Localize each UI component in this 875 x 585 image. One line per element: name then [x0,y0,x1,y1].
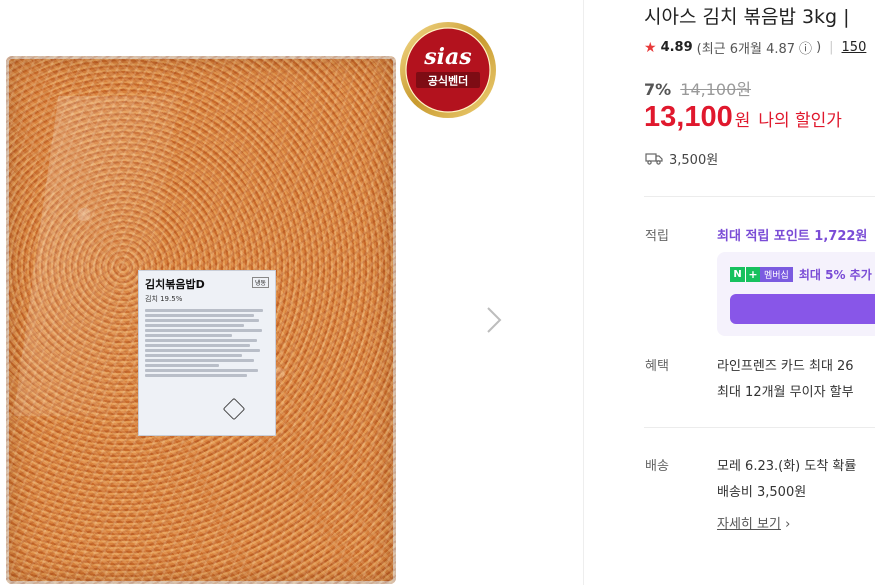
benefit-card-text: 라인프렌즈 카드 최대 26 [717,359,854,374]
benefit-installment-text: 최대 12개월 무이자 할부 [717,385,854,400]
rating-score: 4.89 [660,40,693,55]
rating-note-end: ) [816,40,822,55]
label-tag: 냉동 [251,277,269,288]
badge-brand: sias [423,44,471,70]
sale-price: 13,100 [644,101,733,133]
my-discount-label[interactable]: 나의 할인가 [758,106,842,131]
membership-badge-label: 멤버십 [760,266,793,282]
product-image[interactable]: 김치볶음밥D 냉동 김치 19.5% [6,56,396,584]
divider-line [644,427,875,428]
rating-note: (최근 6개월 4.87 [696,42,796,57]
recycle-icon [222,397,246,421]
label-text-lines [145,309,269,377]
divider-line [644,196,875,197]
label-title: 김치볶음밥D [145,278,205,291]
delivery-label: 배송 [645,459,669,474]
max-points-text: 최대 적립 포인트 1,722원 [717,229,868,244]
plus-icon: + [745,266,760,282]
truck-icon [645,153,663,165]
shipping-fee-row: 3,500원 [645,149,718,168]
delivery-fee-text: 배송비 3,500원 [717,485,807,500]
product-label: 김치볶음밥D 냉동 김치 19.5% [138,270,276,436]
product-image-gallery: 김치볶음밥D 냉동 김치 19.5% sias 공식벤더 [0,0,583,585]
delivery-detail-link[interactable]: 자세히 보기 › [717,513,790,532]
benefits-label: 혜택 [645,359,669,374]
price-row: 13,100 원 나의 할인가 [644,101,842,134]
divider: | [829,40,834,55]
naver-membership-badge: N + 멤버십 최대 5% 추가 [730,266,872,282]
product-title: 시아스 김치 볶음밥 3kg | [644,6,850,28]
label-sub: 김치 19.5% [145,295,183,303]
info-icon[interactable]: ⓘ [799,38,812,57]
original-price: 14,100원 [680,80,751,99]
chevron-right-icon[interactable] [480,304,508,336]
review-count-link[interactable]: 150 [842,40,867,55]
delivery-estimate-text: 모레 6.23.(화) 도착 확률 [717,459,857,474]
panel-divider [583,0,584,585]
star-icon: ★ [644,39,657,56]
membership-join-button[interactable] [730,294,875,324]
badge-text: 공식벤더 [428,74,468,88]
price-unit: 원 [734,111,751,131]
points-label: 적립 [645,229,669,244]
detail-link-label[interactable]: 자세히 보기 [717,517,781,532]
official-vendor-badge: sias 공식벤더 [400,22,496,118]
naver-n-icon: N [730,266,745,282]
discount-rate: 7% [644,80,672,99]
rating-row: ★ 4.89 (최근 6개월 4.87 ⓘ) | 150 [644,38,867,58]
chevron-right-icon: › [785,517,791,532]
membership-extra-text: 최대 5% 추가 [798,267,872,282]
shipping-fee: 3,500원 [669,153,719,168]
discount-row: 7% 14,100원 [644,76,751,100]
